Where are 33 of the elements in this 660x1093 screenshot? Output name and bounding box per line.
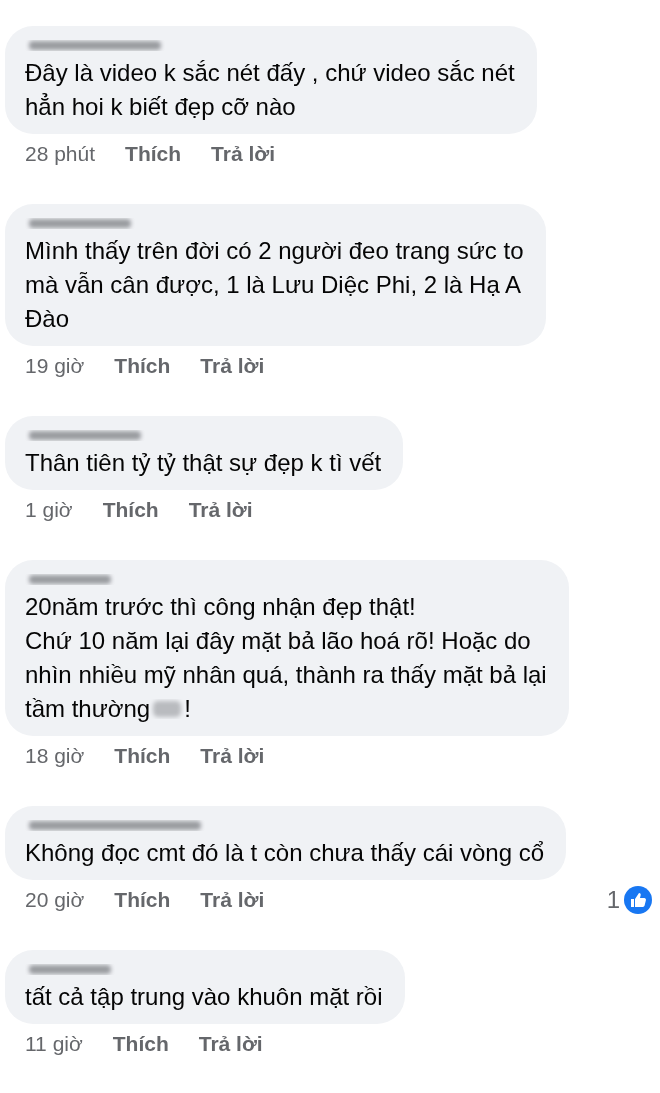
comment-text: ! — [184, 694, 191, 724]
reply-link[interactable]: Trả lời — [200, 888, 265, 912]
comment-time: 1 giờ — [25, 498, 73, 522]
comment-text: Đào — [25, 304, 70, 334]
reaction-count: 1 — [606, 886, 620, 914]
like-link[interactable]: Thích — [112, 1032, 169, 1056]
reply-link[interactable]: Trả lời — [198, 1032, 263, 1056]
comment-text: Đây là video k sắc nét đấy , chứ video sắc nét — [25, 58, 515, 88]
reply-link[interactable]: Trả lời — [200, 744, 265, 768]
comment-time: 19 giờ — [25, 354, 85, 378]
comment-text: Chứ 10 năm lại đây mặt bả lão hoá rõ! Hoặc do — [25, 626, 531, 656]
like-link[interactable]: Thích — [114, 744, 171, 768]
comment-text: tầm thường — [25, 694, 151, 724]
comment-text: nhìn nhiều mỹ nhân quá, thành ra thấy mặt bả lại — [25, 660, 547, 690]
like-link[interactable]: Thích — [102, 498, 159, 522]
comment-text: 20năm trước thì công nhận đẹp thật! — [25, 592, 416, 622]
comment-time: 28 phút — [25, 142, 96, 166]
comment-time: 18 giờ — [25, 744, 85, 768]
reply-link[interactable]: Trả lời — [211, 142, 276, 166]
comment-text: Mình thấy trên đời có 2 người đeo trang sức to — [25, 236, 524, 266]
reply-link[interactable]: Trả lời — [200, 354, 265, 378]
thumbs-up-icon — [624, 886, 652, 914]
comment-time: 11 giờ — [25, 1032, 83, 1056]
comment-text: mà vẫn cân được, 1 là Lưu Diệc Phi, 2 là Hạ A — [25, 270, 522, 300]
comment-time: 20 giờ — [25, 888, 85, 912]
reply-link[interactable]: Trả lời — [188, 498, 253, 522]
comment-text: hẳn hoi k biết đẹp cỡ nào — [25, 92, 296, 122]
like-link[interactable]: Thích — [114, 354, 171, 378]
comment-text: Không đọc cmt đó là t còn chưa thấy cái vòng cổ — [25, 838, 545, 868]
comment-text: tất cả tập trung vào khuôn mặt rồi — [25, 982, 383, 1012]
like-link[interactable]: Thích — [125, 142, 182, 166]
comment-text: Thân tiên tỷ tỷ thật sự đẹp k tì vết — [25, 448, 382, 478]
like-link[interactable]: Thích — [114, 888, 171, 912]
